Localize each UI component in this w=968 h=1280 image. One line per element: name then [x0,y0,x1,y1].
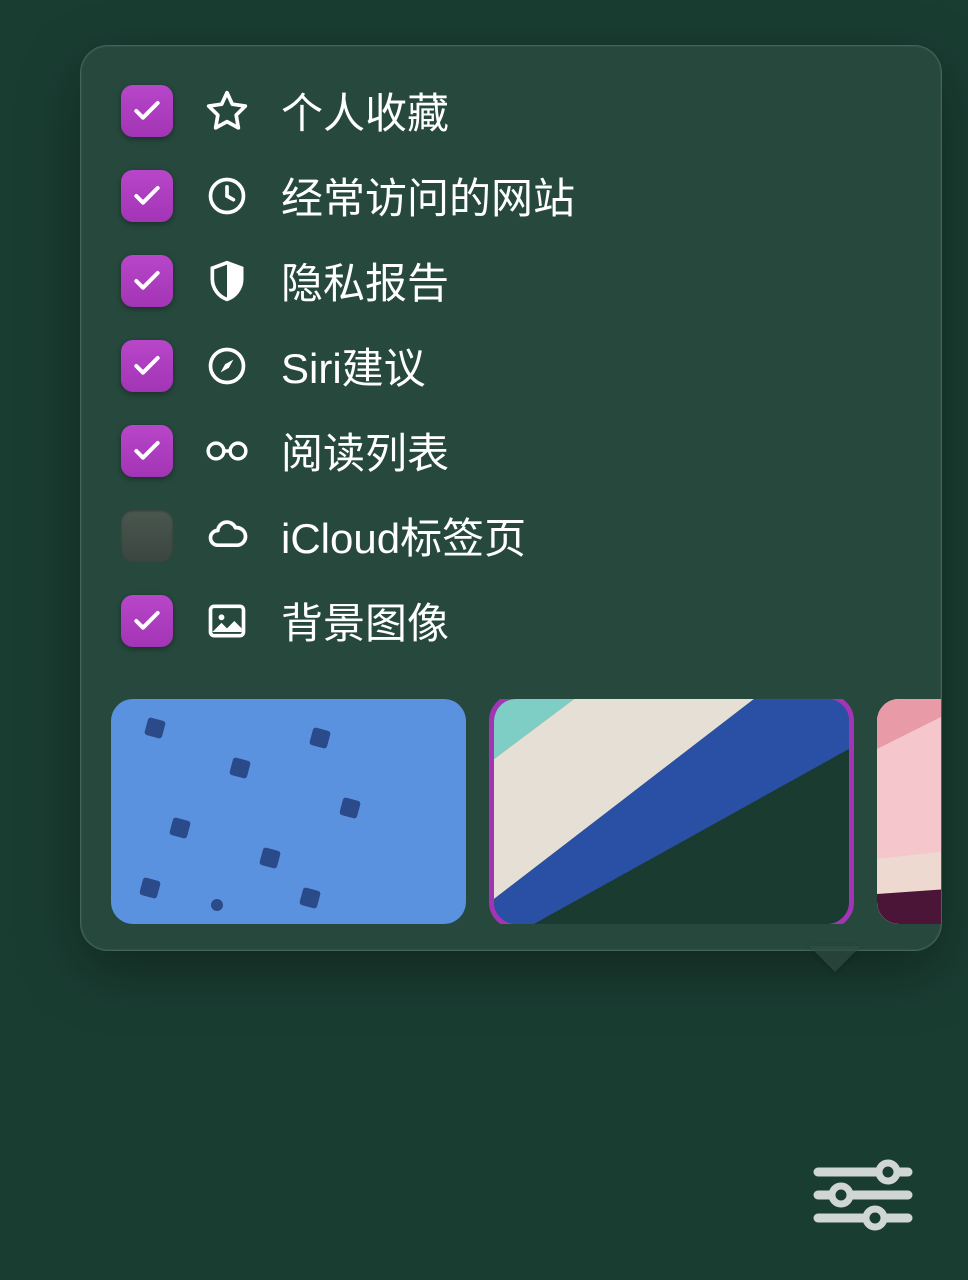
cloud-icon [203,512,251,560]
checkbox-siri-suggestions[interactable] [121,340,173,392]
checkbox-frequently-visited[interactable] [121,170,173,222]
checkbox-background-image[interactable] [121,595,173,647]
popover-arrow [809,946,861,972]
check-icon [131,350,163,382]
check-icon [131,95,163,127]
glasses-icon [203,427,251,475]
checkbox-favorites[interactable] [121,85,173,137]
option-background-image[interactable]: 背景图像 [121,590,901,651]
option-icloud-tabs[interactable]: iCloud标签页 [121,505,901,566]
background-thumbnail-1[interactable] [111,699,466,924]
option-label: Siri建议 [281,335,426,396]
clock-icon [203,172,251,220]
sliders-icon [813,1155,913,1235]
star-icon [203,87,251,135]
check-icon [131,265,163,297]
option-label: 经常访问的网站 [281,165,575,226]
background-thumbnail-3[interactable] [877,699,941,924]
background-thumbnails [81,699,941,924]
settings-sliders-button[interactable] [808,1150,918,1240]
checkbox-privacy-report[interactable] [121,255,173,307]
compass-icon [203,342,251,390]
option-label: 阅读列表 [281,420,449,481]
start-page-settings-popover: 个人收藏 经常访问的网站 隐私报告 [80,45,942,951]
shield-icon [203,257,251,305]
check-icon [131,605,163,637]
option-privacy-report[interactable]: 隐私报告 [121,250,901,311]
options-list: 个人收藏 经常访问的网站 隐私报告 [81,80,941,651]
checkbox-icloud-tabs[interactable] [121,510,173,562]
option-reading-list[interactable]: 阅读列表 [121,420,901,481]
option-label: 背景图像 [281,590,449,651]
background-thumbnail-2[interactable] [494,699,849,924]
option-label: 个人收藏 [281,80,449,141]
option-favorites[interactable]: 个人收藏 [121,80,901,141]
check-icon [131,180,163,212]
checkbox-reading-list[interactable] [121,425,173,477]
option-label: iCloud标签页 [281,505,526,566]
option-frequently-visited[interactable]: 经常访问的网站 [121,165,901,226]
image-icon [203,597,251,645]
option-label: 隐私报告 [281,250,449,311]
check-icon [131,435,163,467]
option-siri-suggestions[interactable]: Siri建议 [121,335,901,396]
